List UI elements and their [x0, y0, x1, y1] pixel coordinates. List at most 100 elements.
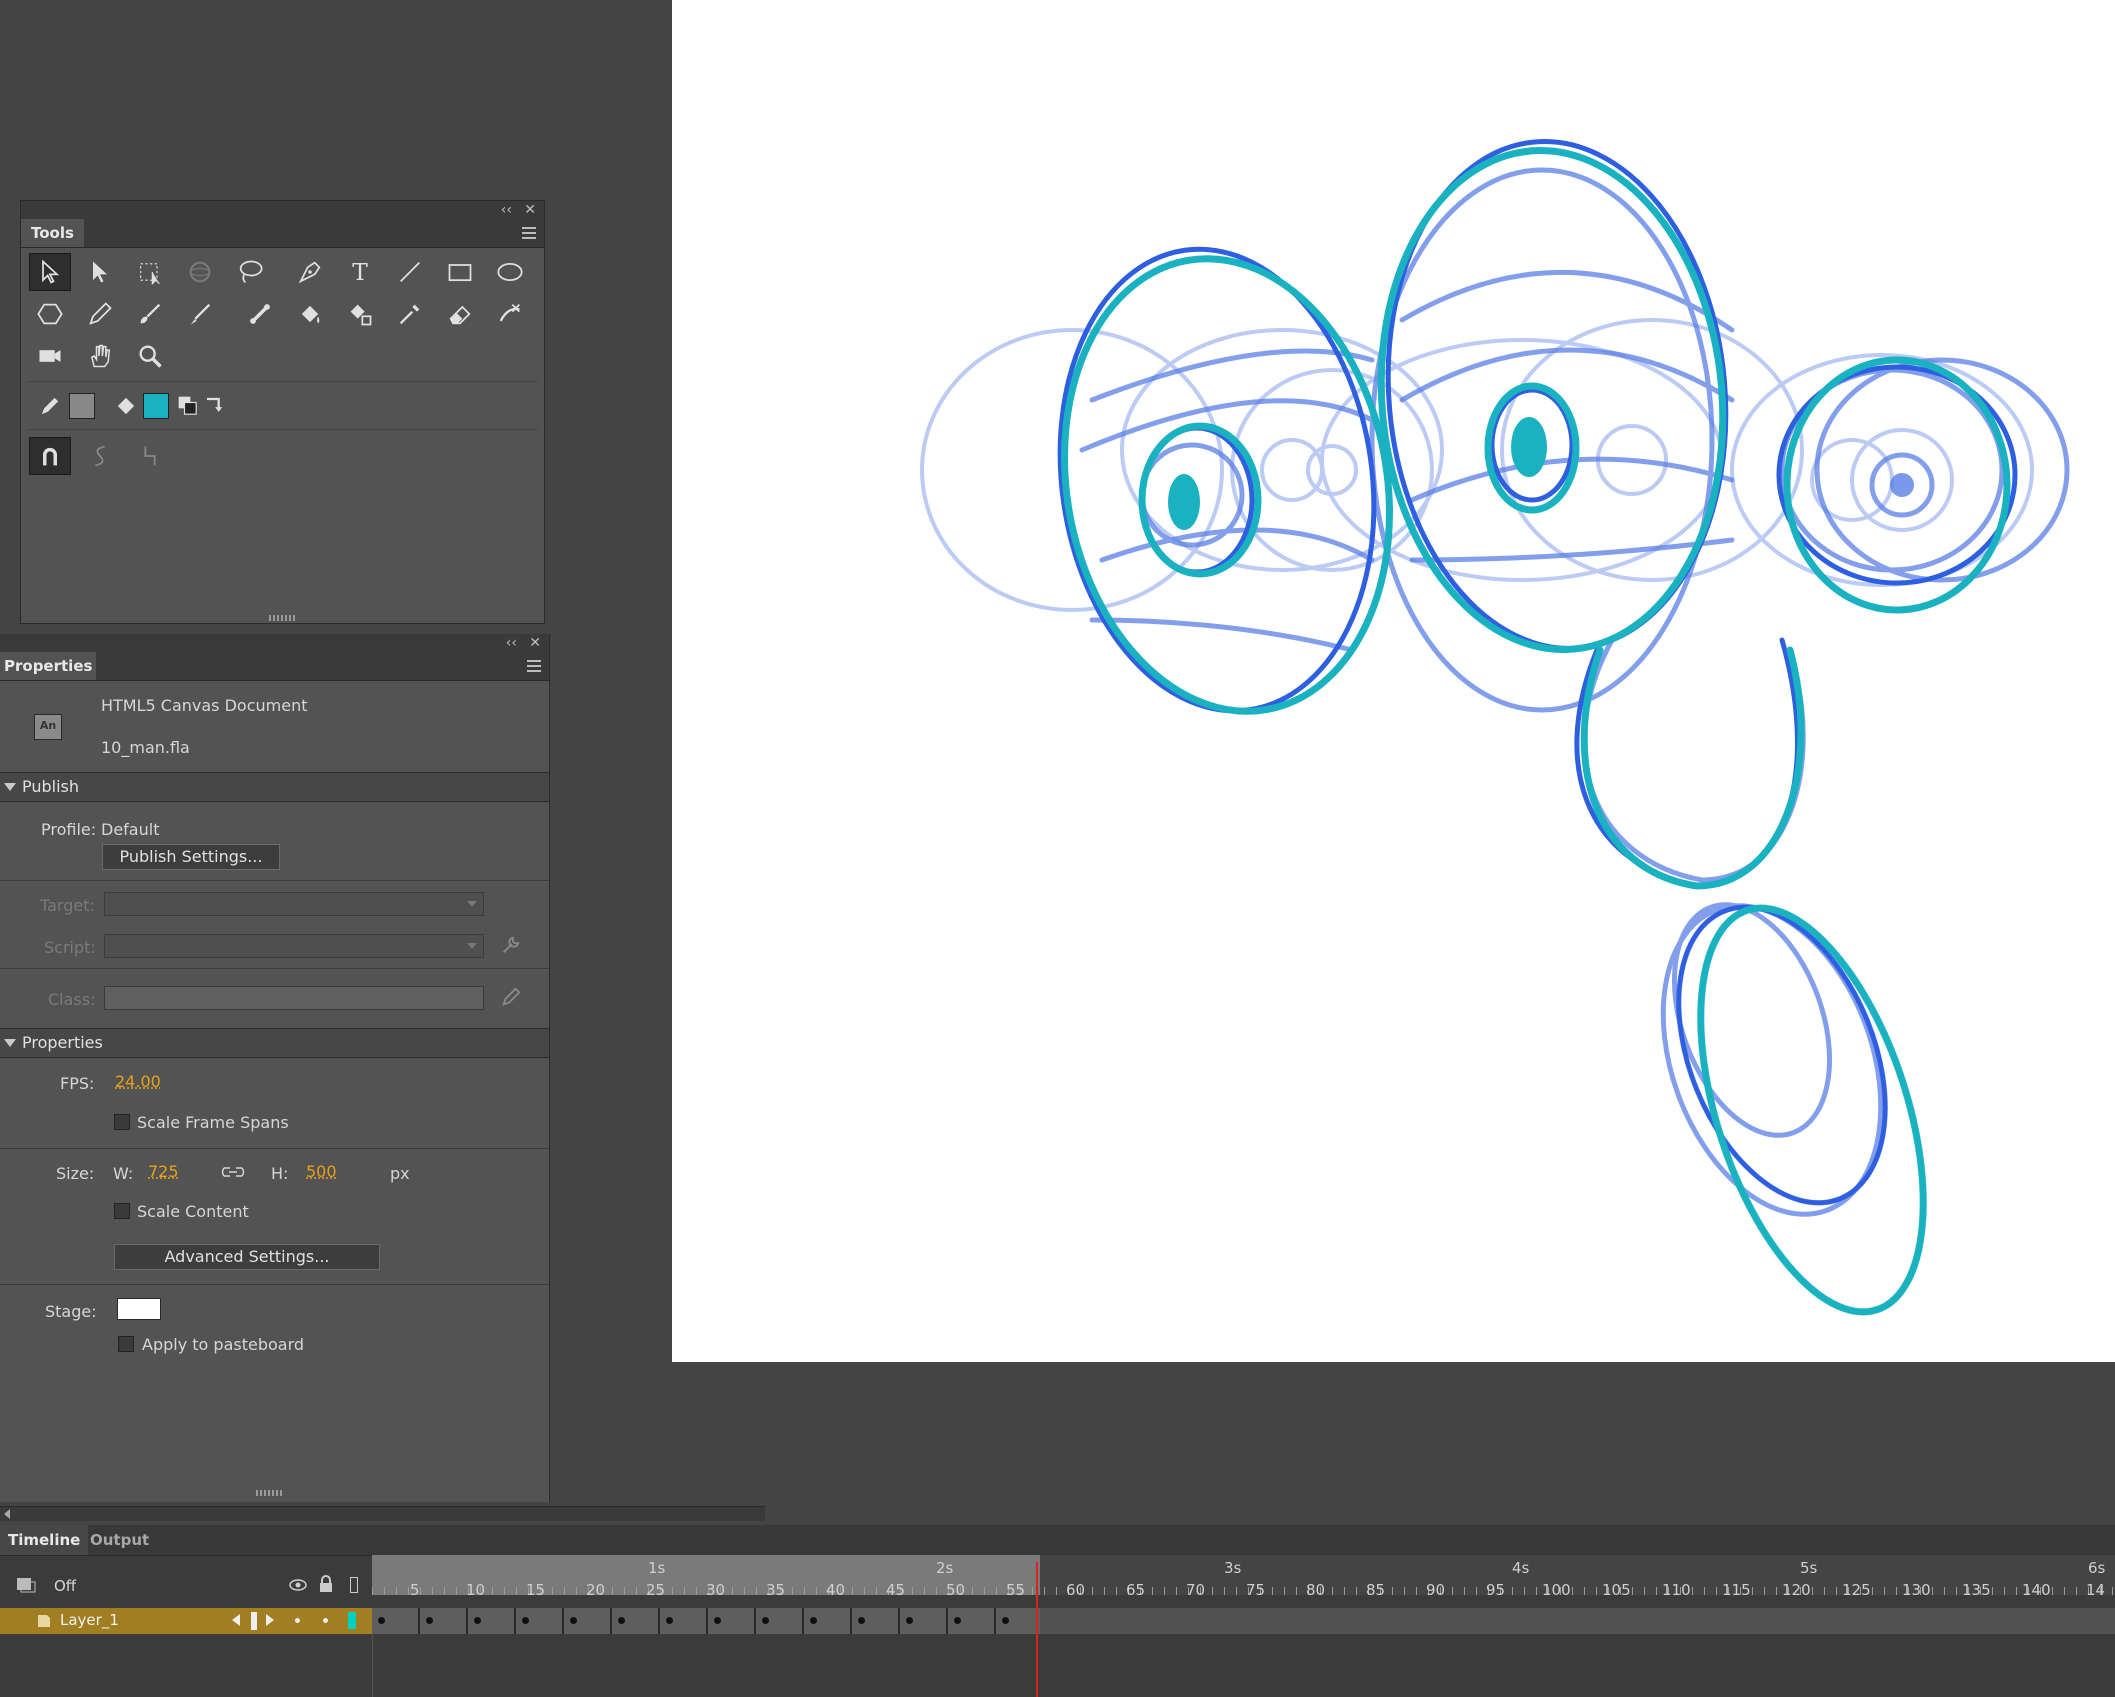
- class-field[interactable]: [104, 986, 484, 1010]
- collapse-icon[interactable]: ‹‹: [501, 201, 512, 219]
- add-keyframe-icon[interactable]: [251, 1612, 257, 1630]
- close-icon[interactable]: ✕: [529, 634, 541, 652]
- scale-content-checkbox[interactable]: [114, 1203, 130, 1219]
- keyframe-marker[interactable]: [474, 1617, 481, 1624]
- show-hide-all-icon[interactable]: [288, 1577, 308, 1593]
- lasso-tool-icon[interactable]: [229, 253, 271, 291]
- rectangle-tool-icon[interactable]: [439, 253, 481, 291]
- hand-tool-icon[interactable]: [79, 337, 121, 375]
- line-tool-icon[interactable]: [389, 253, 431, 291]
- stage-canvas[interactable]: [672, 0, 2115, 1362]
- panel-resize-grip[interactable]: [256, 1490, 282, 1496]
- apply-to-pasteboard-checkbox[interactable]: [118, 1336, 134, 1352]
- keyframe-marker[interactable]: [1002, 1617, 1009, 1624]
- publish-settings-button[interactable]: Publish Settings...: [102, 844, 280, 870]
- text-tool-icon[interactable]: T: [339, 253, 381, 291]
- properties-panel-topbar[interactable]: ‹‹ ✕: [0, 634, 549, 652]
- width-tool-icon[interactable]: [489, 295, 531, 333]
- keyframe-marker[interactable]: [858, 1617, 865, 1624]
- stroke-color-swatch[interactable]: [69, 393, 95, 419]
- playhead[interactable]: [1036, 1562, 1038, 1697]
- layer-frames[interactable]: [372, 1608, 2115, 1634]
- fill-color-icon[interactable]: [105, 387, 147, 425]
- scale-frame-spans-checkbox[interactable]: [114, 1114, 130, 1130]
- fill-color-swatch[interactable]: [143, 393, 169, 419]
- visibility-dot-icon[interactable]: [295, 1618, 300, 1623]
- pen-tool-icon[interactable]: [289, 253, 331, 291]
- edit-pencil-icon[interactable]: [500, 986, 522, 1008]
- close-icon[interactable]: ✕: [524, 201, 536, 219]
- layer-name[interactable]: Layer_1: [60, 1611, 119, 1629]
- onion-skin-mode-label[interactable]: Off: [54, 1577, 76, 1595]
- advanced-settings-button[interactable]: Advanced Settings...: [114, 1244, 380, 1270]
- lock-all-icon[interactable]: [318, 1575, 334, 1593]
- collapse-icon[interactable]: ‹‹: [506, 634, 517, 652]
- free-transform-tool-icon[interactable]: [129, 253, 171, 291]
- keyframe-marker[interactable]: [426, 1617, 433, 1624]
- properties-section-header[interactable]: Properties: [0, 1028, 549, 1058]
- scroll-left-icon[interactable]: [4, 1509, 10, 1519]
- tab-output[interactable]: Output: [82, 1525, 157, 1555]
- outline-all-icon[interactable]: [350, 1577, 358, 1593]
- tab-tools[interactable]: Tools: [21, 219, 84, 247]
- keyframe-marker[interactable]: [954, 1617, 961, 1624]
- keyframe-marker[interactable]: [378, 1617, 385, 1624]
- eraser-tool-icon[interactable]: [439, 295, 481, 333]
- publish-section-header[interactable]: Publish: [0, 772, 549, 802]
- panel-menu-icon[interactable]: [522, 227, 536, 239]
- keyframe-marker[interactable]: [714, 1617, 721, 1624]
- next-keyframe-icon[interactable]: [266, 1614, 274, 1626]
- paint-brush-tool-icon[interactable]: [129, 295, 171, 333]
- frame-number-label: 35: [766, 1581, 786, 1599]
- tools-panel-topbar[interactable]: ‹‹ ✕: [21, 201, 544, 219]
- tab-timeline[interactable]: Timeline: [0, 1525, 89, 1555]
- zoom-tool-icon[interactable]: [129, 337, 171, 375]
- script-dropdown[interactable]: [104, 934, 484, 958]
- bone-tool-icon[interactable]: [239, 295, 281, 333]
- panel-resize-grip[interactable]: [269, 615, 295, 621]
- paint-bucket-tool-icon[interactable]: [289, 295, 331, 333]
- target-dropdown[interactable]: [104, 892, 484, 916]
- stroke-color-icon[interactable]: [29, 387, 71, 425]
- keyframe-marker[interactable]: [570, 1617, 577, 1624]
- pencil-tool-icon[interactable]: [79, 295, 121, 333]
- width-value[interactable]: 725: [148, 1162, 179, 1181]
- keyframe-marker[interactable]: [762, 1617, 769, 1624]
- onion-skin-icon[interactable]: [16, 1575, 40, 1595]
- height-value[interactable]: 500: [306, 1162, 337, 1181]
- frame-number-label: 95: [1486, 1581, 1506, 1599]
- keyframe-marker[interactable]: [810, 1617, 817, 1624]
- camera-tool-icon[interactable]: [29, 337, 71, 375]
- link-dimensions-icon[interactable]: [220, 1162, 246, 1182]
- lock-dot-icon[interactable]: [323, 1618, 328, 1623]
- stage-color-swatch[interactable]: [117, 1298, 161, 1320]
- eyedropper-tool-icon[interactable]: [389, 295, 431, 333]
- horizontal-scrollbar[interactable]: [0, 1506, 765, 1521]
- frame-number-label: 105: [1602, 1581, 1631, 1599]
- ink-bottle-tool-icon[interactable]: [339, 295, 381, 333]
- fps-value[interactable]: 24.00: [115, 1072, 161, 1091]
- seconds-marker-label: 1s: [648, 1559, 666, 1577]
- brush-tool-icon[interactable]: [179, 295, 221, 333]
- swap-colors-icon[interactable]: [199, 387, 229, 425]
- selection-tool-icon[interactable]: [29, 253, 71, 291]
- keyframe-marker[interactable]: [618, 1617, 625, 1624]
- keyframe-marker[interactable]: [522, 1617, 529, 1624]
- 3d-rotation-tool-icon[interactable]: [179, 253, 221, 291]
- keyframe-marker[interactable]: [666, 1617, 673, 1624]
- keyframe-marker[interactable]: [906, 1617, 913, 1624]
- layer-outline-color-swatch[interactable]: [348, 1612, 356, 1629]
- smooth-icon[interactable]: [79, 437, 121, 475]
- snap-to-objects-icon[interactable]: [29, 437, 71, 475]
- tab-properties[interactable]: Properties: [0, 652, 97, 680]
- frame-number-label: 55: [1006, 1581, 1026, 1599]
- properties-panel: ‹‹ ✕ Properties An HTML5 Canvas Document…: [0, 634, 550, 1502]
- oval-tool-icon[interactable]: [489, 253, 531, 291]
- subselection-tool-icon[interactable]: [79, 253, 121, 291]
- panel-menu-icon[interactable]: [527, 660, 541, 672]
- wrench-icon[interactable]: [500, 934, 522, 956]
- straighten-icon[interactable]: [129, 437, 171, 475]
- scale-content-label: Scale Content: [137, 1202, 249, 1221]
- prev-keyframe-icon[interactable]: [232, 1614, 240, 1626]
- polystar-tool-icon[interactable]: [29, 295, 71, 333]
